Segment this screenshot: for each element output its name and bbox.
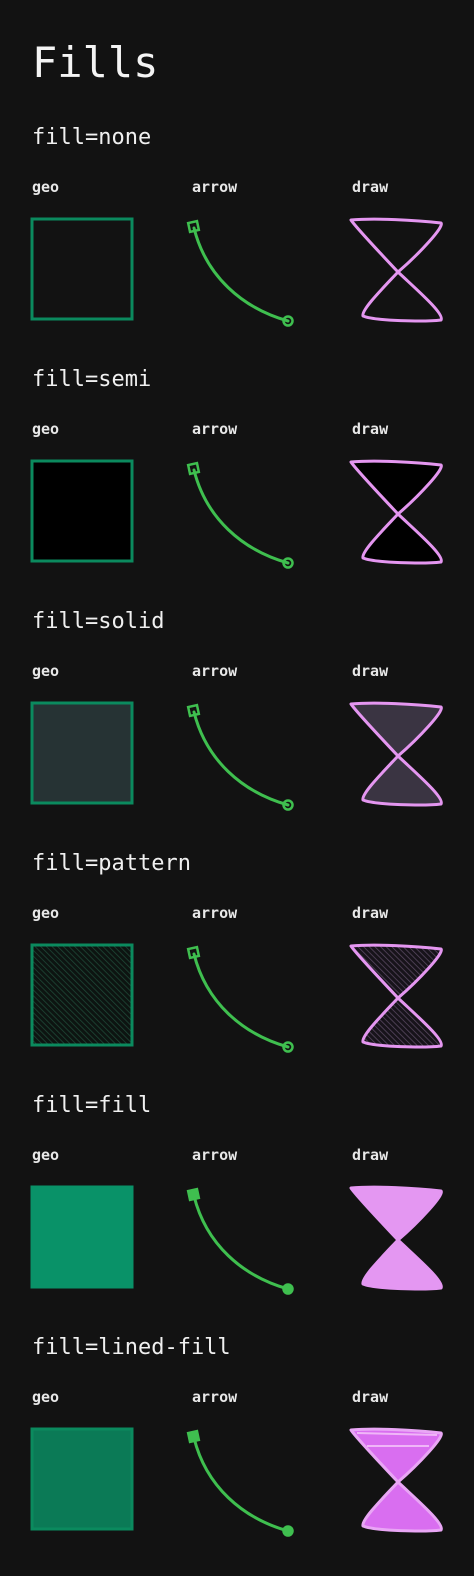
arrow-shape[interactable] — [182, 940, 302, 1053]
draw-shape[interactable] — [345, 1182, 450, 1292]
fill-section-fill: fill=fill geo arrow draw — [0, 1092, 474, 1334]
column-label-geo: geo — [32, 178, 60, 196]
section-heading: fill=pattern — [32, 851, 191, 876]
draw-shape[interactable] — [345, 698, 450, 808]
fill-section-none: fill=none geo arrow draw — [0, 124, 474, 366]
draw-shape[interactable] — [345, 214, 450, 324]
draw-shape[interactable] — [345, 1424, 450, 1534]
column-label-draw: draw — [352, 1146, 389, 1164]
arrow-shape[interactable] — [182, 1182, 302, 1295]
fill-section-lined-fill: fill=lined-fill geo arrow draw — [0, 1334, 474, 1576]
column-label-draw: draw — [352, 420, 389, 438]
column-label-arrow: arrow — [192, 420, 238, 438]
arrow-shape[interactable] — [182, 1424, 302, 1537]
fill-section-pattern: fill=pattern geo arrow draw — [0, 850, 474, 1092]
fills-page: Fills fill=none geo arrow draw fill=semi geo a… — [0, 0, 474, 1563]
column-label-geo: geo — [32, 1388, 60, 1406]
column-label-arrow: arrow — [192, 904, 238, 922]
column-label-geo: geo — [32, 1146, 60, 1164]
arrow-shape[interactable] — [182, 456, 302, 569]
page-title: Fills — [32, 38, 159, 87]
fill-section-semi: fill=semi geo arrow draw — [0, 366, 474, 608]
column-label-arrow: arrow — [192, 662, 238, 680]
column-label-geo: geo — [32, 662, 60, 680]
column-label-draw: draw — [352, 904, 389, 922]
section-heading: fill=semi — [32, 367, 152, 392]
column-label-geo: geo — [32, 420, 60, 438]
column-label-draw: draw — [352, 662, 389, 680]
draw-shape[interactable] — [345, 940, 450, 1050]
geo-shape[interactable] — [28, 456, 138, 566]
section-heading: fill=fill — [32, 1093, 152, 1118]
draw-shape[interactable] — [345, 456, 450, 566]
column-label-draw: draw — [352, 178, 389, 196]
arrow-shape[interactable] — [182, 698, 302, 811]
column-label-arrow: arrow — [192, 1388, 238, 1406]
geo-shape[interactable] — [28, 1182, 138, 1292]
section-heading: fill=lined-fill — [32, 1335, 231, 1360]
geo-shape[interactable] — [28, 214, 138, 324]
column-label-arrow: arrow — [192, 178, 238, 196]
geo-shape[interactable] — [28, 1424, 138, 1534]
column-label-geo: geo — [32, 904, 60, 922]
column-label-draw: draw — [352, 1388, 389, 1406]
column-label-arrow: arrow — [192, 1146, 238, 1164]
geo-shape[interactable] — [28, 698, 138, 808]
section-heading: fill=none — [32, 125, 152, 150]
arrow-shape[interactable] — [182, 214, 302, 327]
geo-shape[interactable] — [28, 940, 138, 1050]
section-heading: fill=solid — [32, 609, 165, 634]
fill-section-solid: fill=solid geo arrow draw — [0, 608, 474, 850]
